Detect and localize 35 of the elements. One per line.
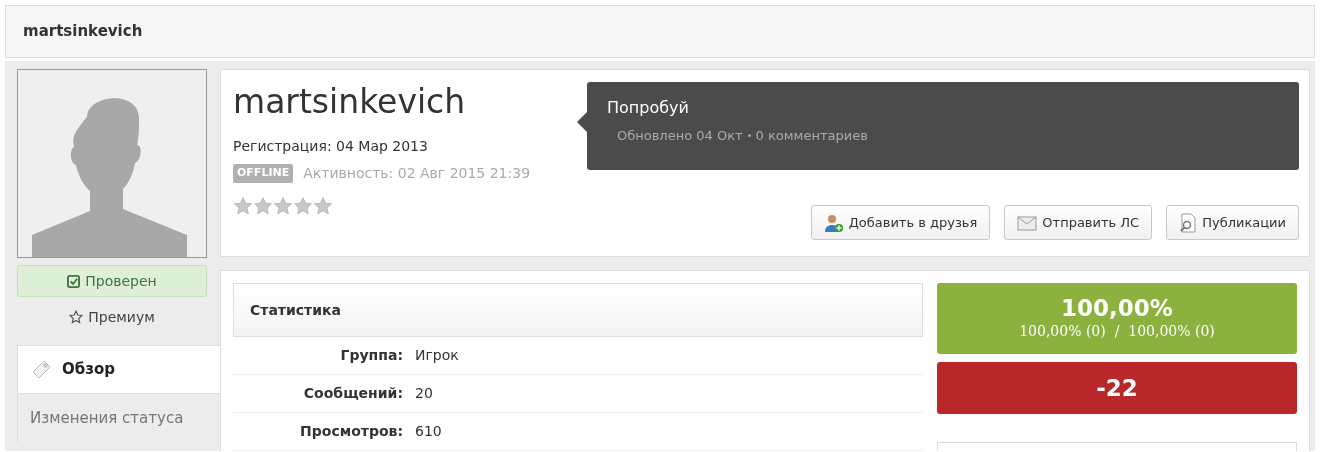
- star-outline-icon: [69, 310, 84, 324]
- status-badge: OFFLINE: [233, 164, 294, 183]
- stat-label: Просмотров:: [299, 422, 403, 441]
- profile-name: martsinkevich: [233, 82, 467, 122]
- stat-value: Игрок: [415, 346, 459, 365]
- rating-star-icon: [273, 196, 293, 216]
- action-button[interactable]: Публикации: [1166, 205, 1299, 240]
- rating-star-icon: [313, 196, 333, 216]
- rating-star-icon: [293, 196, 313, 216]
- reputation-detail: 100,00% (0) / 100,00% (0): [1019, 322, 1215, 341]
- profile-tab[interactable]: Обзор: [17, 345, 221, 394]
- stat-label: Сообщений:: [302, 384, 403, 403]
- stat-value: 610: [415, 422, 442, 441]
- verified-label: Проверен: [85, 271, 157, 291]
- page-title: martsinkevich: [23, 21, 143, 43]
- rating-star-icon: [253, 196, 273, 216]
- stats-title: Статистика: [250, 300, 341, 320]
- document-search-icon: [1179, 212, 1198, 233]
- status-text: Попробуй: [607, 97, 690, 119]
- comments-link[interactable]: 0 комментариев: [755, 126, 868, 146]
- update-date: Обновлено 04 Окт: [617, 127, 743, 145]
- user-add-icon: [823, 212, 844, 233]
- rating-star-icon: [233, 196, 253, 216]
- registration-date: Регистрация: 04 Мар 2013: [233, 137, 429, 156]
- premium-label: Премиум: [88, 307, 155, 327]
- stat-value: 20: [415, 384, 433, 403]
- action-button[interactable]: Отправить ЛС: [1004, 205, 1153, 240]
- stat-label: Группа:: [339, 346, 403, 365]
- reputation-score: -22: [1096, 373, 1138, 403]
- action-button[interactable]: Добавить в друзья: [810, 205, 991, 240]
- envelope-icon: [1017, 213, 1038, 232]
- last-activity: Активность: 02 Авг 2015 21:39: [303, 164, 531, 183]
- reputation-percent: 100,00%: [1061, 295, 1173, 321]
- tag-icon: [30, 358, 52, 381]
- check-square-icon: [67, 274, 81, 288]
